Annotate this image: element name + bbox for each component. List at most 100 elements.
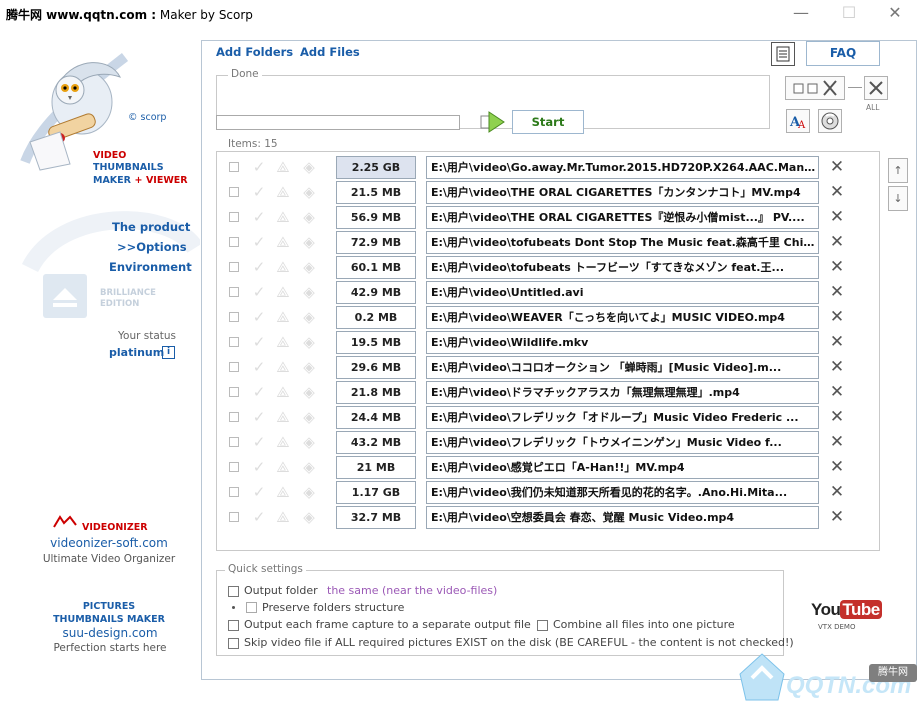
file-row[interactable]: ✓ ⟁ ◈ 29.6 MB E:\用户\video\ココロオークション 「蝉時雨」[Mu… (226, 356, 858, 379)
disc-settings-button[interactable] (818, 109, 842, 133)
pictures-icon: ⟁ (276, 233, 290, 251)
combine-label: Combine all files into one picture (553, 618, 735, 631)
nav-the-product[interactable]: The product (112, 220, 190, 234)
output-folder-value[interactable]: the same (near the video-files) (327, 584, 497, 597)
file-row[interactable]: ✓ ⟁ ◈ 21 MB E:\用户\video\感覚ピエロ「A-Han!!」MV.mp4… (226, 456, 858, 479)
file-path[interactable]: E:\用户\video\tofubeats Dont Stop The Musi… (426, 231, 819, 254)
file-row[interactable]: ✓ ⟁ ◈ 72.9 MB E:\用户\video\tofubeats Dont Sto… (226, 231, 858, 254)
file-row[interactable]: ✓ ⟁ ◈ 21.8 MB E:\用户\video\ドラマチックアラスカ「無理無理無理」… (226, 381, 858, 404)
remove-row-icon[interactable]: ✕ (827, 207, 847, 227)
pictures-icon: ⟁ (276, 508, 290, 526)
delete-all-button[interactable] (864, 76, 888, 100)
file-row[interactable]: ✓ ⟁ ◈ 60.1 MB E:\用户\video\tofubeats トーフビーツ「す… (226, 256, 858, 279)
preserve-structure-checkbox[interactable] (246, 602, 257, 613)
remove-row-icon[interactable]: ✕ (827, 432, 847, 452)
file-path[interactable]: E:\用户\video\Untitled.avi (426, 281, 819, 304)
row-checkbox[interactable] (229, 387, 239, 397)
row-checkbox[interactable] (229, 512, 239, 522)
row-checkbox[interactable] (229, 187, 239, 197)
file-path[interactable]: E:\用户\video\tofubeats トーフビーツ「すてきなメゾン fea… (426, 256, 819, 279)
suu-design-link[interactable]: suu-design.com (0, 626, 220, 640)
thumbnails-icon: ◈ (303, 258, 315, 276)
remove-row-icon[interactable]: ✕ (827, 357, 847, 377)
remove-row-icon[interactable]: ✕ (827, 482, 847, 502)
file-row[interactable]: ✓ ⟁ ◈ 56.9 MB E:\用户\video\THE ORAL CIGARETTE… (226, 206, 858, 229)
file-row[interactable]: ✓ ⟁ ◈ 32.7 MB E:\用户\video\空想委員会 春恋、覚醒 Music … (226, 506, 858, 529)
add-files-link[interactable]: Add Files (300, 45, 360, 59)
file-row[interactable]: ✓ ⟁ ◈ 19.5 MB E:\用户\video\Wildlife.mkv ✕ (226, 331, 858, 354)
each-frame-checkbox[interactable] (228, 620, 239, 631)
row-checkbox[interactable] (229, 487, 239, 497)
window-mode-button[interactable] (785, 76, 845, 100)
remove-row-icon[interactable]: ✕ (827, 257, 847, 277)
row-checkbox[interactable] (229, 412, 239, 422)
row-checkbox[interactable] (229, 462, 239, 472)
remove-row-icon[interactable]: ✕ (827, 232, 847, 252)
info-icon[interactable]: i (162, 346, 175, 359)
row-checkbox[interactable] (229, 262, 239, 272)
status-label: Your status (118, 330, 177, 342)
combine-checkbox[interactable] (537, 620, 548, 631)
row-checkbox[interactable] (229, 162, 239, 172)
pictures-icon: ⟁ (276, 283, 290, 301)
remove-row-icon[interactable]: ✕ (827, 157, 847, 177)
file-path[interactable]: E:\用户\video\Go.away.Mr.Tumor.2015.HD720P… (426, 156, 819, 179)
videonizer-link[interactable]: videonizer-soft.com (0, 536, 218, 550)
faq-button[interactable]: FAQ (806, 41, 880, 66)
font-settings-button[interactable]: A A (786, 109, 810, 133)
file-row[interactable]: ✓ ⟁ ◈ 21.5 MB E:\用户\video\THE ORAL CIGARETTE… (226, 181, 858, 204)
remove-row-icon[interactable]: ✕ (827, 407, 847, 427)
file-row[interactable]: ✓ ⟁ ◈ 2.25 GB E:\用户\video\Go.away.Mr.Tumor.2… (226, 156, 858, 179)
file-path[interactable]: E:\用户\video\フレデリック「トウメイニンゲン」Music Video … (426, 431, 819, 454)
file-path[interactable]: E:\用户\video\ドラマチックアラスカ「無理無理無理」.mp4 (426, 381, 819, 404)
close-all-icon (869, 81, 883, 95)
file-size: 72.9 MB (336, 231, 416, 254)
close-button[interactable]: ✕ (872, 0, 918, 28)
file-size: 19.5 MB (336, 331, 416, 354)
remove-row-icon[interactable]: ✕ (827, 282, 847, 302)
remove-row-icon[interactable]: ✕ (827, 507, 847, 527)
remove-row-icon[interactable]: ✕ (827, 457, 847, 477)
move-up-button[interactable]: ↑ (888, 158, 908, 183)
move-down-button[interactable]: ↓ (888, 186, 908, 211)
start-arrow[interactable] (480, 110, 508, 134)
file-path[interactable]: E:\用户\video\我们仍未知道那天所看见的花的名字。.Ano.Hi.Mit… (426, 481, 819, 504)
file-row[interactable]: ✓ ⟁ ◈ 1.17 GB E:\用户\video\我们仍未知道那天所看见的花的名字。.… (226, 481, 858, 504)
nav-environment[interactable]: Environment (109, 260, 192, 274)
skip-existing-checkbox[interactable] (228, 638, 239, 649)
row-checkbox[interactable] (229, 337, 239, 347)
minimize-button[interactable]: — (778, 0, 824, 28)
remove-row-icon[interactable]: ✕ (827, 182, 847, 202)
row-checkbox[interactable] (229, 312, 239, 322)
file-path[interactable]: E:\用户\video\空想委員会 春恋、覚醒 Music Video.mp4 (426, 506, 819, 529)
row-checkbox[interactable] (229, 212, 239, 222)
remove-row-icon[interactable]: ✕ (827, 307, 847, 327)
file-path[interactable]: E:\用户\video\WEAVER「こっちを向いてよ」MUSIC VIDEO.… (426, 306, 819, 329)
row-checkbox[interactable] (229, 287, 239, 297)
row-checkbox[interactable] (229, 437, 239, 447)
row-checkbox[interactable] (229, 237, 239, 247)
file-path[interactable]: E:\用户\video\フレデリック「オドループ」Music Video Fre… (426, 406, 819, 429)
start-button[interactable]: Start (512, 110, 584, 134)
file-path[interactable]: E:\用户\video\ココロオークション 「蝉時雨」[Music Video]… (426, 356, 819, 379)
file-row[interactable]: ✓ ⟁ ◈ 0.2 MB E:\用户\video\WEAVER「こっちを向いてよ」MUS… (226, 306, 858, 329)
output-folder-checkbox[interactable] (228, 586, 239, 597)
remove-row-icon[interactable]: ✕ (827, 382, 847, 402)
file-path[interactable]: E:\用户\video\感覚ピエロ「A-Han!!」MV.mp4 (426, 456, 819, 479)
list-view-button[interactable] (771, 42, 795, 66)
nav-options[interactable]: >>Options (117, 240, 187, 254)
file-path[interactable]: E:\用户\video\THE ORAL CIGARETTES『逆恨み小僧mis… (426, 206, 819, 229)
file-row[interactable]: ✓ ⟁ ◈ 43.2 MB E:\用户\video\フレデリック「トウメイニンゲン」Mu… (226, 431, 858, 454)
title-bar: 腾牛网 www.qqtn.com : Maker by Scorp — ☐ ✕ (0, 0, 920, 28)
maximize-button[interactable]: ☐ (826, 0, 872, 28)
file-path[interactable]: E:\用户\video\Wildlife.mkv (426, 331, 819, 354)
pictures-icon: ⟁ (276, 358, 290, 376)
remove-row-icon[interactable]: ✕ (827, 332, 847, 352)
file-row[interactable]: ✓ ⟁ ◈ 42.9 MB E:\用户\video\Untitled.avi ✕ (226, 281, 858, 304)
youtube-logo[interactable]: You Tube (811, 600, 882, 620)
file-row[interactable]: ✓ ⟁ ◈ 24.4 MB E:\用户\video\フレデリック「オドループ」Music… (226, 406, 858, 429)
add-folders-link[interactable]: Add Folders (216, 45, 293, 59)
file-path[interactable]: E:\用户\video\THE ORAL CIGARETTES「カンタンナコト」… (426, 181, 819, 204)
row-checkbox[interactable] (229, 362, 239, 372)
thumbnails-icon: ◈ (303, 458, 315, 476)
